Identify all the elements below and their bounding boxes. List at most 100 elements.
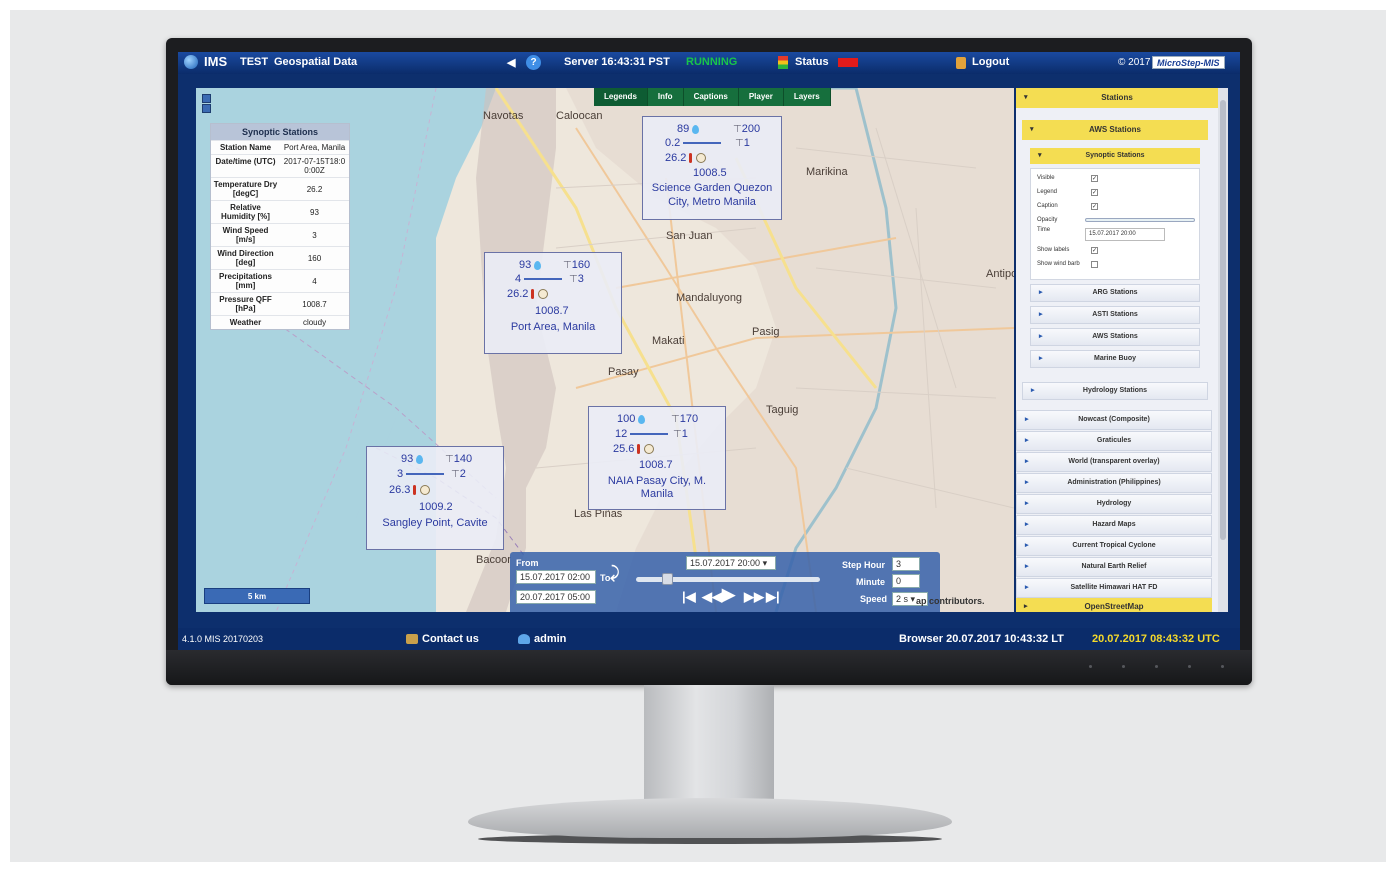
layer-label: AWS Stations [1092, 333, 1138, 340]
layer-label: World (transparent overlay) [1068, 458, 1160, 465]
layer-item[interactable]: ▸ Current Tropical Cyclone [1016, 536, 1212, 556]
layer-label: Natural Earth Relief [1081, 563, 1147, 570]
caret-right-icon: ▸ [1025, 458, 1029, 465]
row-value: 93 [310, 207, 319, 217]
tab-legends[interactable]: Legends [594, 88, 648, 106]
humidity-drop-icon [692, 124, 700, 134]
layer-item[interactable]: ▸ Nowcast (Composite) [1016, 410, 1212, 430]
visible-checkbox[interactable]: ✓ [1091, 175, 1098, 182]
contact-us-link[interactable]: Contact us [422, 633, 479, 645]
logout-button[interactable]: Logout [972, 56, 1009, 68]
minute-label: Minute [856, 577, 885, 587]
table-row: Precipitations [mm] 4 [211, 269, 349, 292]
caption-checkbox[interactable]: ✓ [1091, 203, 1098, 210]
wind-barb-icon: ⊤ [445, 454, 454, 465]
station-popup[interactable]: 93 ⊤160 4 ⊤3 26.2 1008.7 Port Area, Mani… [484, 252, 622, 354]
minute-input[interactable]: 0 [892, 574, 920, 588]
caret-right-icon: ▸ [1025, 563, 1029, 570]
skip-start-icon[interactable]: |◀ [682, 589, 696, 605]
layer-item[interactable]: ▸ Marine Buoy [1030, 350, 1200, 368]
wind-barb-icon: ⊤ [451, 469, 460, 480]
station-name: Sangley Point, Cavite [382, 517, 488, 529]
layer-label: ARG Stations [1092, 289, 1138, 296]
pressure-value: 1009.2 [419, 501, 453, 513]
station-popup[interactable]: 93 ⊤140 3 ⊤2 26.3 1009.2 Sangley Point, … [366, 446, 504, 550]
layer-item[interactable]: ▸ ASTI Stations [1030, 306, 1200, 324]
layer-properties: Visible ✓ Legend ✓ Caption ✓ Opacity Tim… [1030, 168, 1200, 280]
time-input[interactable]: 15.07.2017 20:00 [1085, 228, 1165, 241]
tab-info[interactable]: Info [647, 88, 684, 106]
status-button[interactable]: Status [795, 56, 829, 68]
thermometer-icon [689, 153, 693, 164]
play-icon[interactable]: ▶ [722, 585, 735, 605]
wind-barb-icon: ⊤ [673, 429, 682, 440]
from-date-input[interactable]: 15.07.2017 02:00 [516, 570, 596, 584]
wind-direction-value: 170 [679, 413, 699, 425]
panel-header-synoptic[interactable]: ▾ Synoptic Stations [1030, 148, 1200, 164]
tab-captions[interactable]: Captions [683, 88, 739, 106]
layer-item[interactable]: ▸ AWS Stations [1030, 328, 1200, 346]
time-slider-handle[interactable] [661, 573, 673, 585]
layers-panel: ▾ Stations ▾ AWS Stations ▾ Synoptic Statio… [1016, 88, 1218, 612]
layer-item[interactable]: ▸ World (transparent overlay) [1016, 452, 1212, 472]
skip-end-icon[interactable]: ▶| [766, 589, 780, 605]
caption-label: Caption [1037, 203, 1058, 209]
map-label: Pasig [752, 326, 780, 338]
show-labels-checkbox[interactable]: ✓ [1091, 247, 1098, 254]
layer-item[interactable]: ▸ Administration (Philippines) [1016, 473, 1212, 493]
fast-forward-icon[interactable]: ▶▶ [744, 589, 764, 605]
row-value: 4 [312, 276, 317, 286]
to-date-input[interactable]: 20.07.2017 05:00 [516, 590, 596, 604]
user-name[interactable]: admin [534, 633, 566, 645]
zoom-in-button[interactable] [202, 94, 211, 103]
map-label: San Juan [666, 230, 713, 242]
swap-icon[interactable]: ⤸ [610, 565, 620, 583]
layer-label: Administration (Philippines) [1067, 479, 1161, 486]
tab-player[interactable]: Player [738, 88, 784, 106]
opacity-slider[interactable] [1085, 218, 1195, 222]
contact-icon[interactable] [406, 634, 418, 644]
station-popup[interactable]: 89 ⊤200 0.2 ⊤1 26.2 1008.5 Science Garde… [642, 116, 782, 220]
panel-header-stations[interactable]: ▾ Stations [1016, 88, 1218, 108]
map-label: Antipolo [986, 268, 1014, 280]
layer-item[interactable]: ▸ Graticules [1016, 431, 1212, 451]
browser-time: Browser 20.07.2017 10:43:32 LT [899, 633, 1064, 645]
monitor-bezel [166, 650, 1252, 685]
layer-item[interactable]: ▸ Hazard Maps [1016, 515, 1212, 535]
map[interactable]: Navotas Caloocan San Juan Mandaluyong Ma… [196, 88, 1014, 612]
panel-header-aws[interactable]: ▾ AWS Stations [1022, 120, 1208, 140]
layer-item-osm[interactable]: ▸ OpenStreetMap [1016, 598, 1212, 612]
table-row: Date/time (UTC) 2017-07-15T18:00:00Z [211, 154, 349, 177]
temperature-value: 25.6 [613, 443, 635, 455]
layer-item[interactable]: ▸ Natural Earth Relief [1016, 557, 1212, 577]
zoom-out-button[interactable] [202, 104, 211, 113]
logout-icon[interactable] [956, 57, 966, 69]
layer-label: Hydrology Stations [1082, 387, 1148, 394]
visible-label: Visible [1037, 175, 1055, 181]
layer-item[interactable]: ▸ Hydrology [1016, 494, 1212, 514]
pressure-value: 1008.7 [535, 305, 569, 317]
thermometer-icon [413, 485, 417, 496]
layer-item[interactable]: ▸ Hydrology Stations [1022, 382, 1208, 400]
panel-scrollbar-thumb[interactable] [1220, 100, 1226, 540]
help-icon[interactable]: ? [526, 55, 541, 70]
rewind-icon[interactable]: ◀◀ [702, 589, 722, 605]
current-time-select[interactable]: 15.07.2017 20:00 ▾ [686, 556, 776, 570]
scale-bar: 5 km [204, 588, 310, 604]
monitor-buttons [1089, 665, 1224, 668]
weather-icon [419, 485, 430, 496]
show-wind-barb-checkbox[interactable] [1091, 261, 1098, 268]
step-hour-input[interactable]: 3 [892, 557, 920, 571]
layer-item[interactable]: ▸ Satellite Himawari HAT FD [1016, 578, 1212, 598]
legend-checkbox[interactable]: ✓ [1091, 189, 1098, 196]
from-label: From [516, 558, 539, 568]
station-popup[interactable]: 100 ⊤170 12 ⊤1 25.6 1008.7 NAIA Pasay Ci… [588, 406, 726, 510]
map-label: Marikina [806, 166, 848, 178]
monitor: IMS TEST Geospatial Data ◀ ? Server 16:4… [166, 38, 1252, 685]
tab-layers[interactable]: Layers [783, 88, 831, 106]
show-wind-barb-label: Show wind barb [1037, 261, 1080, 267]
panel-header-label: AWS Stations [1088, 125, 1141, 134]
back-arrow-icon[interactable]: ◀ [507, 56, 515, 69]
layer-item[interactable]: ▸ ARG Stations [1030, 284, 1200, 302]
caret-right-icon: ▸ [1039, 333, 1043, 340]
